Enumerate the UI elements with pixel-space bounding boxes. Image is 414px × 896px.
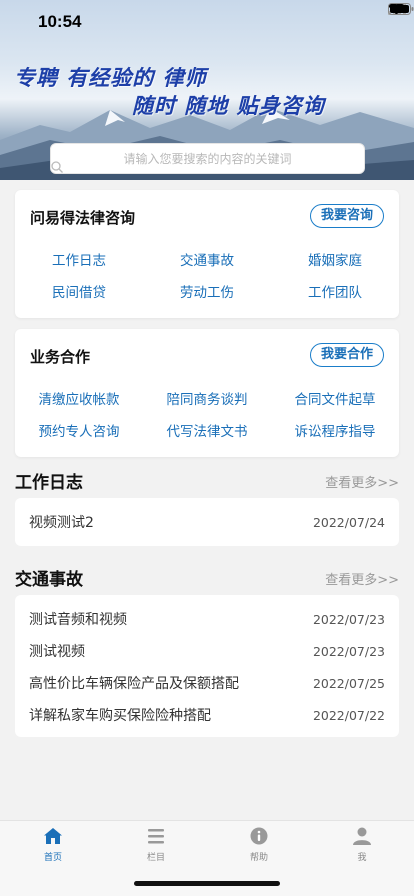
list-item-date: 2022/07/23 bbox=[312, 611, 385, 627]
consult-link-marriage[interactable]: 婚姻家庭 bbox=[271, 249, 399, 269]
traffic-section-title: 交通事故 bbox=[15, 570, 83, 590]
hero-banner: 10:54 专聘 有经验的 律师 随时 随地 贴身咨询 请输入您要搜索的内容的关… bbox=[0, 0, 414, 180]
cooperate-button[interactable]: 我要合作 bbox=[309, 343, 384, 367]
list-item[interactable]: 视频测试2 2022/07/24 bbox=[29, 506, 385, 538]
list-item-date: 2022/07/25 bbox=[312, 675, 385, 691]
business-link-appointment[interactable]: 预约专人咨询 bbox=[15, 420, 143, 440]
list-item[interactable]: 详解私家车购买保险险种搭配 2022/07/22 bbox=[29, 699, 385, 731]
tab-columns[interactable]: 栏目 bbox=[104, 827, 208, 863]
consult-link-traffic[interactable]: 交通事故 bbox=[143, 249, 271, 269]
menu-icon bbox=[148, 829, 164, 844]
worklog-list: 视频测试2 2022/07/24 bbox=[15, 498, 399, 546]
consult-link-lending[interactable]: 民间借贷 bbox=[15, 281, 143, 301]
list-item[interactable]: 测试音频和视频 2022/07/23 bbox=[29, 603, 385, 635]
worklog-section-header: 工作日志 查看更多>> bbox=[15, 468, 399, 494]
consult-button[interactable]: 我要咨询 bbox=[309, 204, 384, 228]
home-icon bbox=[44, 828, 62, 844]
business-link-contract[interactable]: 合同文件起草 bbox=[271, 388, 399, 408]
tab-me[interactable]: 我 bbox=[310, 827, 414, 863]
business-link-receivables[interactable]: 清缴应收帐款 bbox=[15, 388, 143, 408]
list-item-title: 测试音频和视频 bbox=[29, 612, 127, 628]
business-link-litigation[interactable]: 诉讼程序指导 bbox=[271, 420, 399, 440]
list-item-date: 2022/07/24 bbox=[312, 514, 385, 530]
list-item-title: 测试视频 bbox=[29, 644, 85, 660]
list-item[interactable]: 高性价比车辆保险产品及保额搭配 2022/07/25 bbox=[29, 667, 385, 699]
battery-icon bbox=[388, 3, 414, 15]
business-link-documents[interactable]: 代写法律文书 bbox=[143, 420, 271, 440]
search-input[interactable]: 请输入您要搜索的内容的关键词 bbox=[50, 143, 365, 174]
status-time: 10:54 bbox=[38, 12, 82, 31]
business-card: 业务合作 我要合作 清缴应收帐款 陪同商务谈判 合同文件起草 预约专人咨询 代写… bbox=[15, 329, 399, 457]
worklog-section-title: 工作日志 bbox=[15, 473, 83, 493]
tab-me-label: 我 bbox=[357, 853, 367, 863]
search-placeholder: 请输入您要搜索的内容的关键词 bbox=[123, 152, 292, 166]
user-icon bbox=[353, 827, 371, 845]
business-link-negotiation[interactable]: 陪同商务谈判 bbox=[143, 388, 271, 408]
hero-slogan-line2: 随时 随地 贴身咨询 bbox=[132, 93, 325, 118]
search-icon bbox=[51, 161, 63, 173]
consult-card-title: 问易得法律咨询 bbox=[30, 209, 136, 227]
worklog-more-link[interactable]: 查看更多>> bbox=[325, 472, 399, 491]
consult-card: 问易得法律咨询 我要咨询 工作日志 交通事故 婚姻家庭 民间借贷 劳动工伤 工作… bbox=[15, 190, 399, 318]
tab-help-label: 帮助 bbox=[249, 853, 268, 863]
hero-slogan-line1: 专聘 有经验的 律师 bbox=[14, 65, 207, 90]
info-icon bbox=[250, 827, 268, 845]
consult-links: 工作日志 交通事故 婚姻家庭 民间借贷 劳动工伤 工作团队 bbox=[15, 249, 399, 301]
home-indicator bbox=[134, 881, 280, 886]
traffic-list: 测试音频和视频 2022/07/23 测试视频 2022/07/23 高性价比车… bbox=[15, 595, 399, 737]
tab-columns-label: 栏目 bbox=[146, 853, 165, 863]
consult-link-worklog[interactable]: 工作日志 bbox=[15, 249, 143, 269]
list-item[interactable]: 测试视频 2022/07/23 bbox=[29, 635, 385, 667]
status-bar: 10:54 bbox=[0, 0, 414, 46]
traffic-more-link[interactable]: 查看更多>> bbox=[325, 569, 399, 588]
business-card-title: 业务合作 bbox=[30, 348, 91, 366]
tab-help[interactable]: 帮助 bbox=[207, 827, 311, 863]
traffic-section-header: 交通事故 查看更多>> bbox=[15, 565, 399, 591]
list-item-title: 详解私家车购买保险险种搭配 bbox=[29, 708, 211, 724]
tab-home-label: 首页 bbox=[43, 853, 62, 863]
business-links: 清缴应收帐款 陪同商务谈判 合同文件起草 预约专人咨询 代写法律文书 诉讼程序指… bbox=[15, 388, 399, 440]
consult-link-team[interactable]: 工作团队 bbox=[271, 281, 399, 301]
list-item-date: 2022/07/23 bbox=[312, 643, 385, 659]
consult-link-labor[interactable]: 劳动工伤 bbox=[143, 281, 271, 301]
tab-home[interactable]: 首页 bbox=[1, 827, 105, 863]
list-item-title: 高性价比车辆保险产品及保额搭配 bbox=[29, 676, 239, 692]
list-item-title: 视频测试2 bbox=[29, 515, 94, 531]
list-item-date: 2022/07/22 bbox=[312, 707, 385, 723]
